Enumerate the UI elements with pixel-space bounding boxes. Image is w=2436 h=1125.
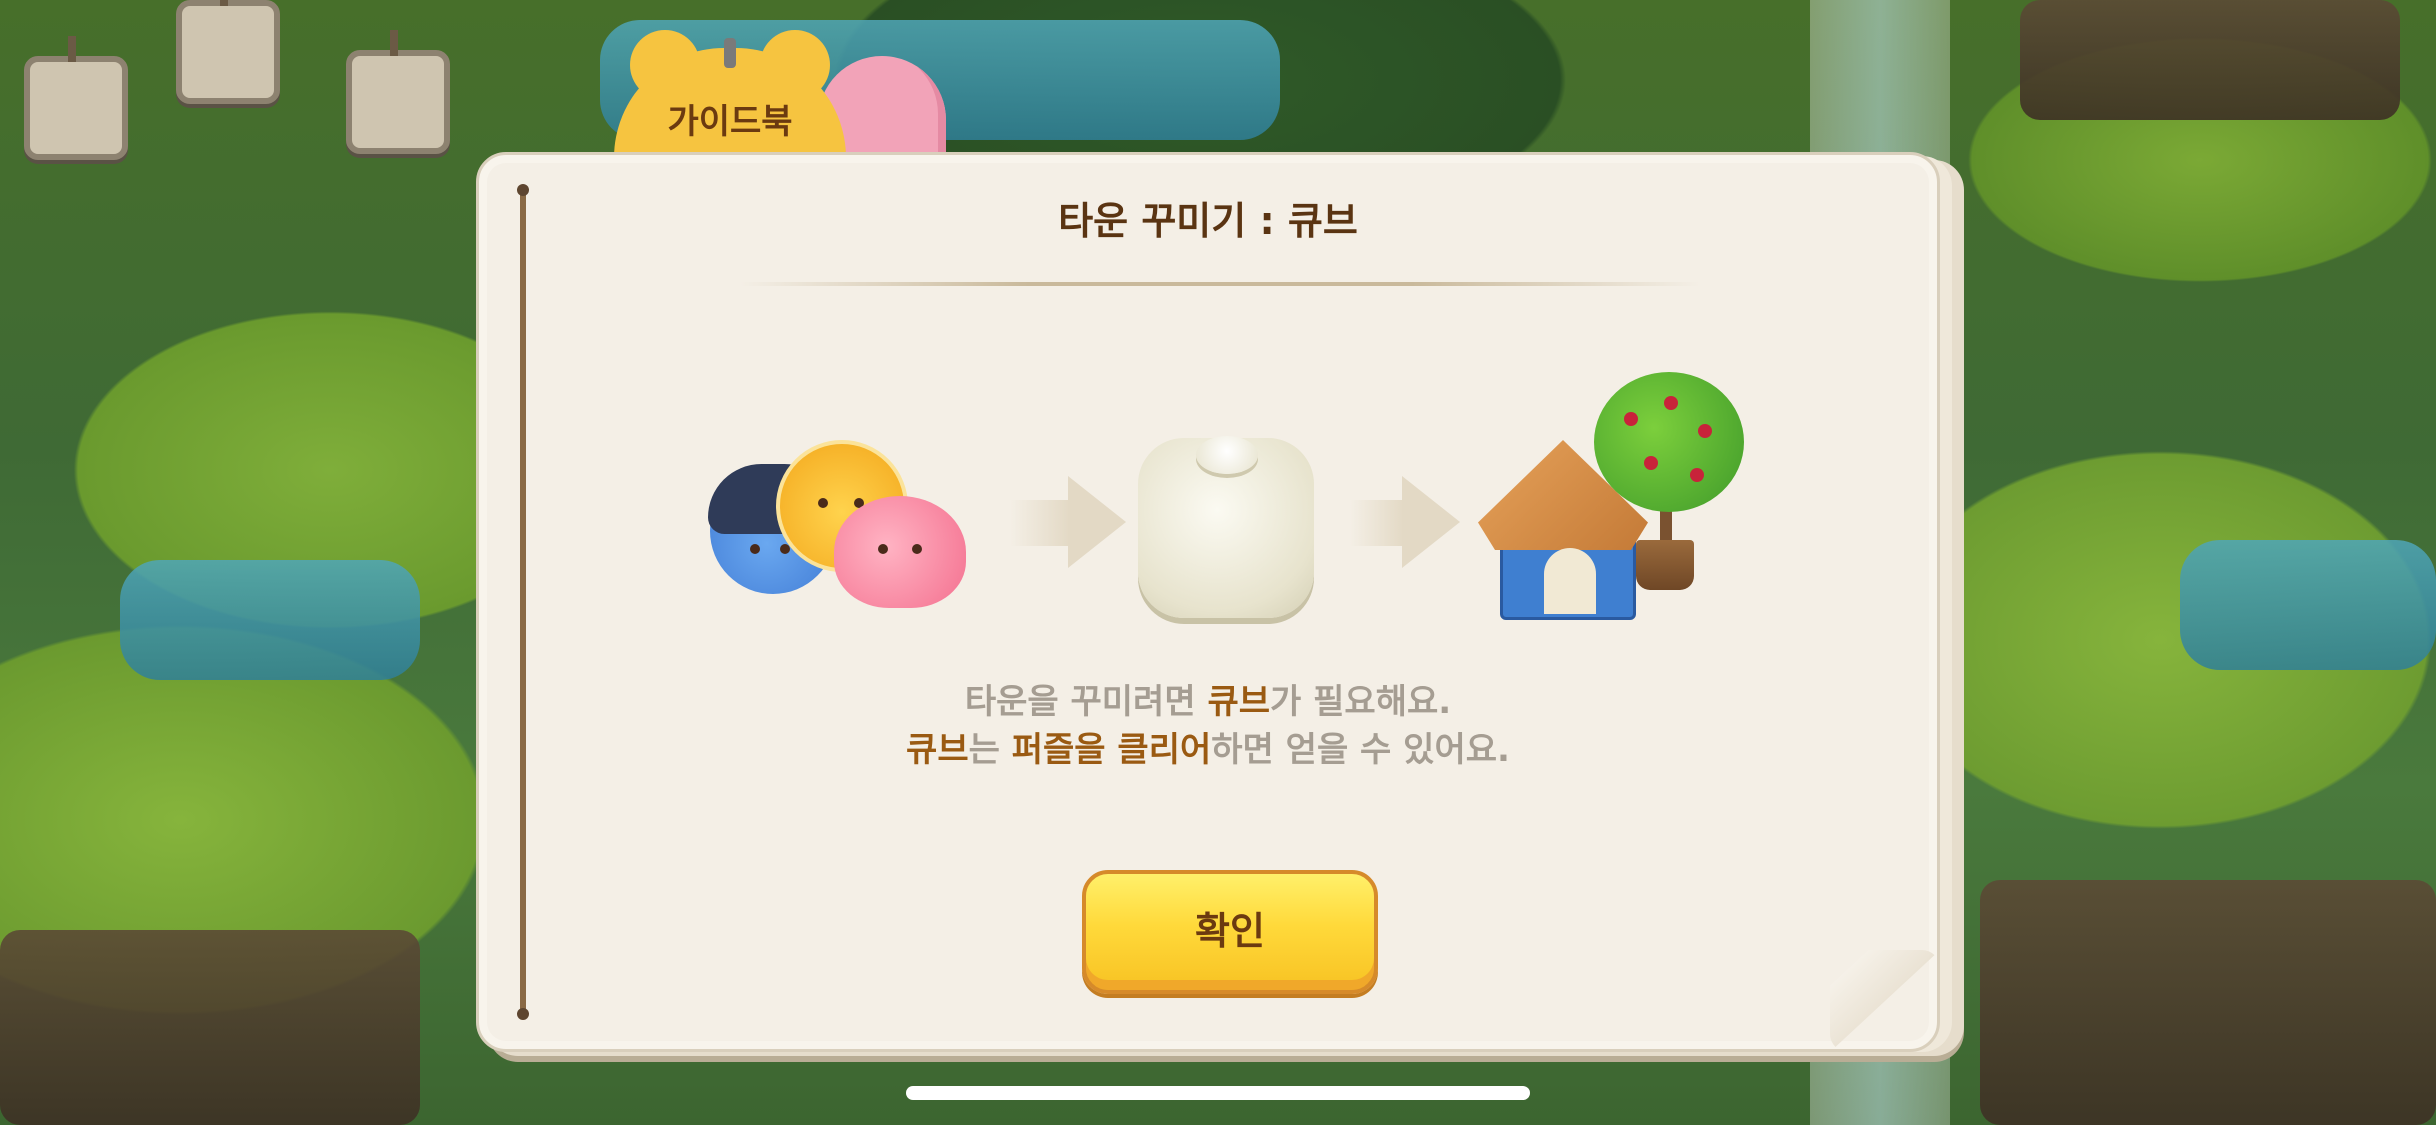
title-divider — [740, 282, 1700, 286]
description-text: 타운을 꾸미려면 — [964, 682, 1208, 722]
river — [2180, 540, 2436, 670]
scroll-rod — [517, 184, 529, 1020]
cube-knob — [1196, 436, 1258, 474]
cliff — [1980, 880, 2436, 1125]
description-line-1: 타운을 꾸미려면 큐브가 필요해요. — [476, 674, 1940, 723]
description-text: 는 — [968, 730, 1012, 770]
signboard — [24, 36, 128, 160]
description-highlight: 퍼즐을 클리어 — [1011, 730, 1212, 770]
tree-icon — [1594, 372, 1744, 512]
pink-peach-character-icon — [834, 496, 966, 608]
pin-icon — [724, 38, 736, 68]
flower-pot-icon — [1636, 540, 1694, 590]
description-highlight: 큐브 — [906, 730, 969, 770]
cliff — [0, 930, 420, 1125]
river — [120, 560, 420, 680]
description-text: 가 필요해요. — [1270, 682, 1452, 722]
door-icon — [1544, 548, 1596, 614]
signboard — [346, 30, 450, 154]
signboard — [176, 0, 280, 104]
description-text: 하면 얻을 수 있어요. — [1211, 730, 1510, 770]
dialog-title: 타운 꾸미기 : 큐브 — [1058, 199, 1358, 243]
guide-tab: 가이드북 — [614, 30, 846, 188]
description-highlight: 큐브 — [1207, 682, 1271, 722]
guide-tab-label: 가이드북 — [667, 102, 793, 142]
confirm-button[interactable]: 확인 — [1082, 870, 1378, 994]
description-line-2: 큐브는 퍼즐을 클리어하면 얻을 수 있어요. — [476, 722, 1940, 771]
cliff — [2020, 0, 2400, 120]
home-indicator[interactable] — [906, 1086, 1530, 1100]
